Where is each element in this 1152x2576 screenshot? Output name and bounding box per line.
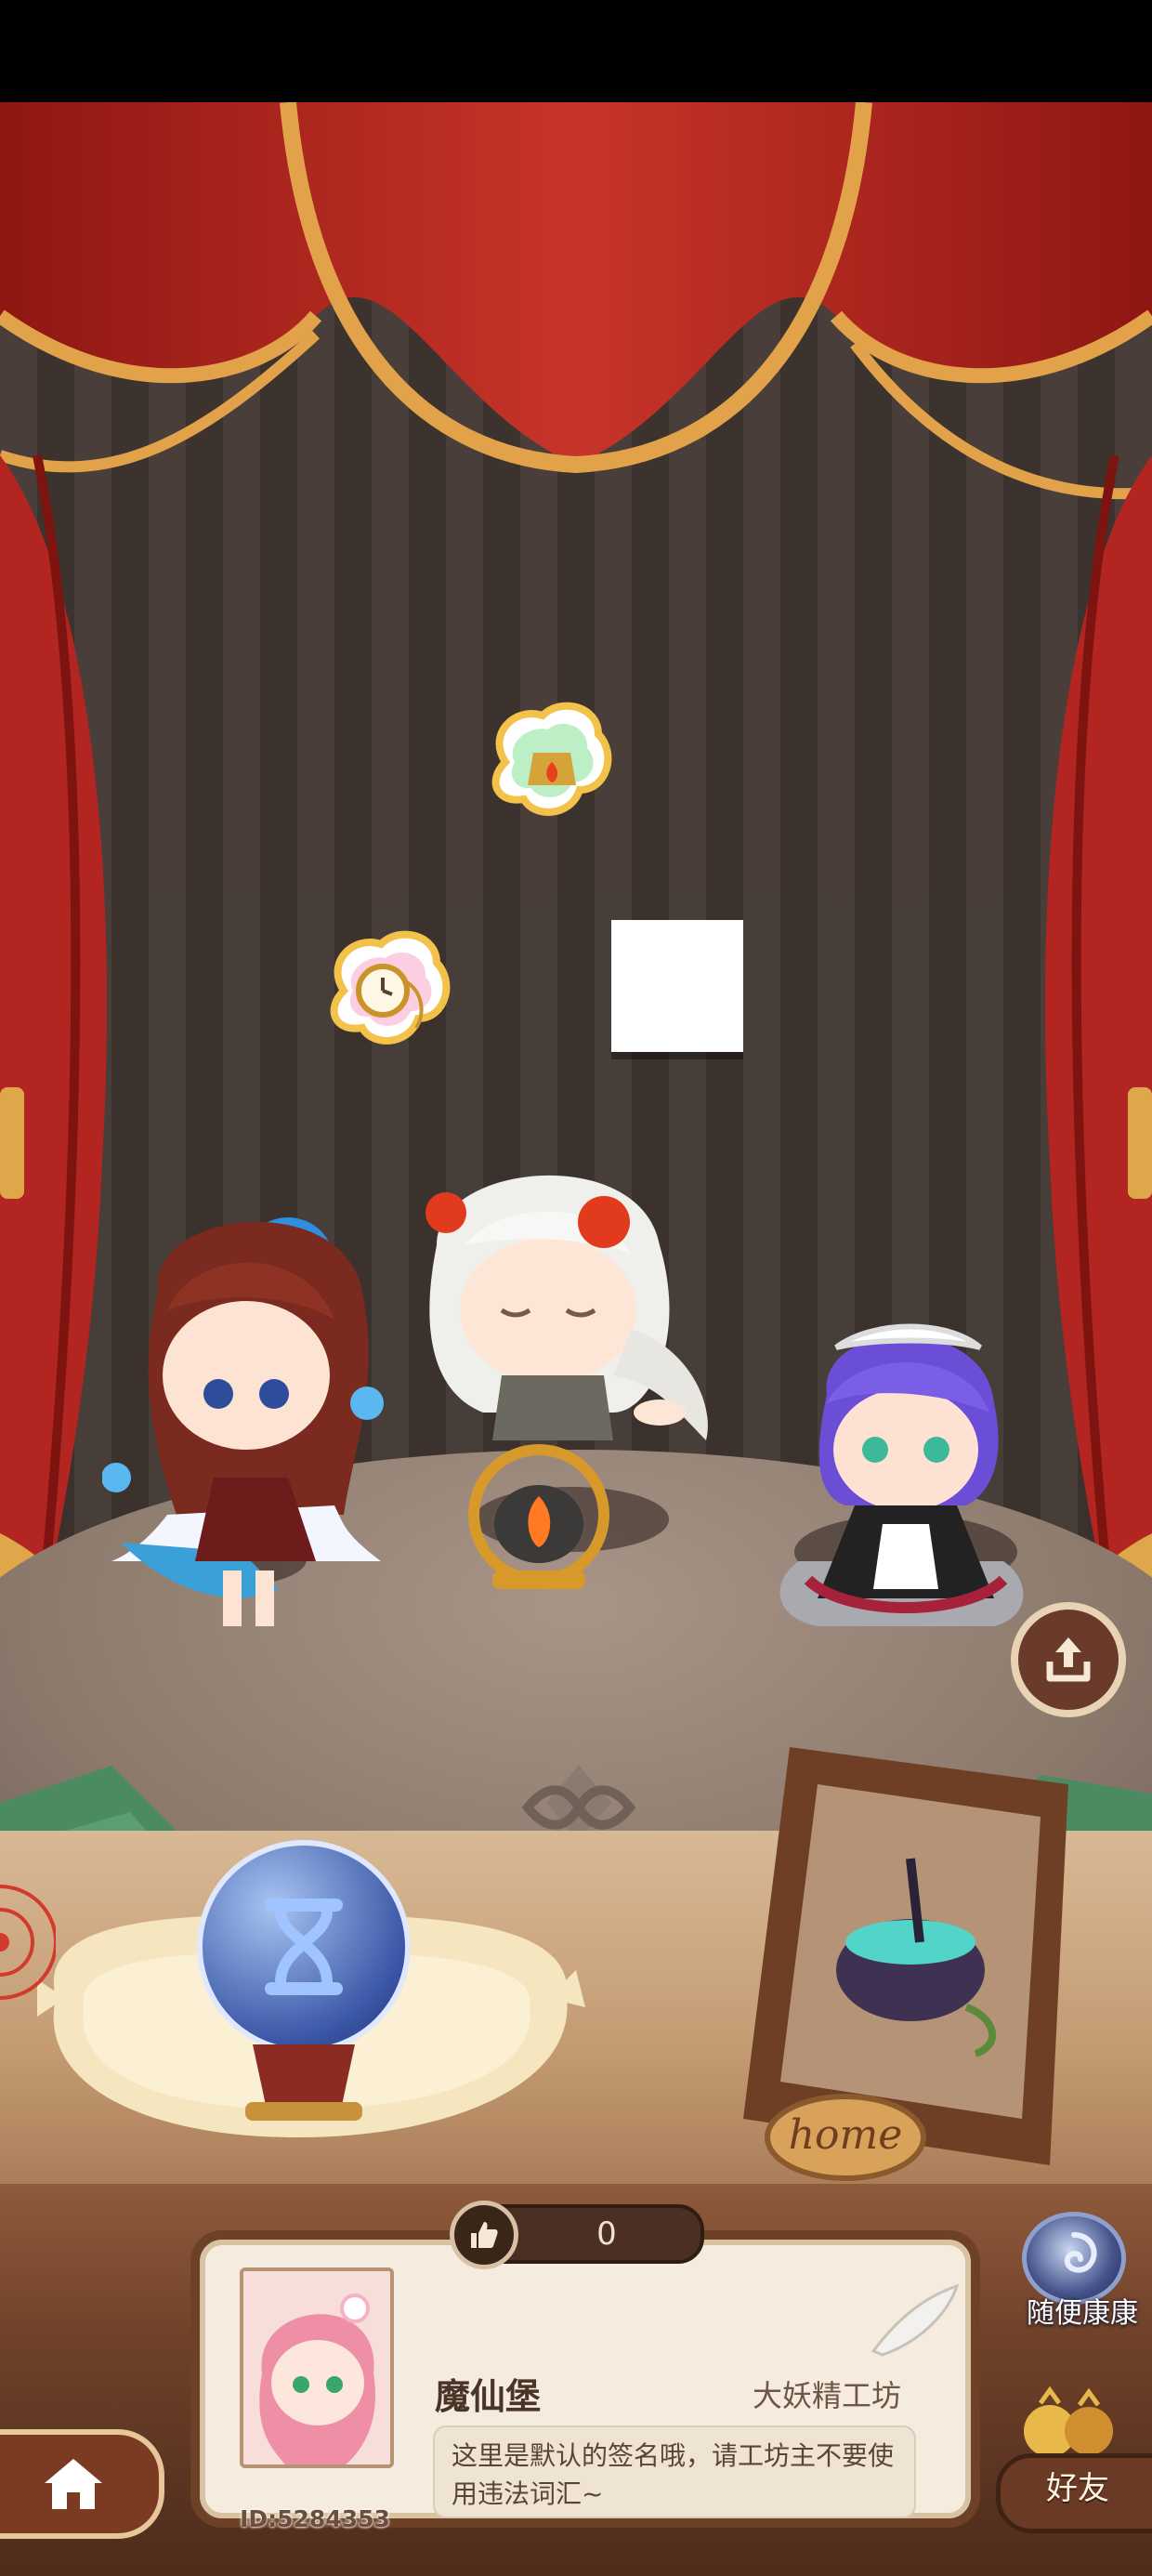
avatar[interactable]: [240, 2267, 394, 2468]
like-button[interactable]: [450, 2201, 518, 2269]
pocket-watch-sticker[interactable]: [316, 926, 455, 1056]
random-visit-label[interactable]: 随便康康: [1003, 2290, 1152, 2331]
thumbs-up-icon: [471, 2222, 498, 2248]
top-curtain: [0, 102, 1152, 500]
friends-label[interactable]: 好友: [1022, 2463, 1133, 2508]
character-purple-hair-maid[interactable]: [762, 1310, 1041, 1663]
quill-icon: [871, 2283, 960, 2357]
crystal-ball-button[interactable]: [197, 1840, 411, 2054]
likes-counter[interactable]: 0: [450, 2201, 704, 2269]
signature-text: 这里是默认的签名哦，请工坊主不要使用违法词汇~: [433, 2425, 916, 2518]
left-target-marker: [0, 1885, 56, 2000]
lantern-sticker[interactable]: [478, 697, 617, 827]
home-picture-frame[interactable]: home: [697, 1728, 1096, 2221]
character-brown-hair-girl[interactable]: [102, 1124, 390, 1645]
share-upload-icon: [1046, 1637, 1091, 1682]
house-icon: [44, 2459, 102, 2509]
home-button[interactable]: [0, 2429, 164, 2539]
share-button[interactable]: [1011, 1602, 1126, 1717]
crystal-ball-stand: [245, 2044, 362, 2121]
status-bar: [0, 0, 1152, 102]
home-frame-label: home: [789, 2111, 903, 2159]
username: 魔仙堡: [435, 2376, 542, 2417]
workshop-name: 大妖精工坊: [753, 2378, 902, 2413]
user-id: ID:5284353: [240, 2505, 390, 2532]
swirl-portal-icon: [1064, 2232, 1097, 2273]
hourglass-icon: [265, 1899, 343, 1995]
likes-count: 0: [596, 2215, 617, 2253]
blank-placeholder-tile: [611, 920, 743, 1052]
character-white-hair-girl[interactable]: [381, 1106, 725, 1626]
avatar-image: [243, 2271, 390, 2464]
